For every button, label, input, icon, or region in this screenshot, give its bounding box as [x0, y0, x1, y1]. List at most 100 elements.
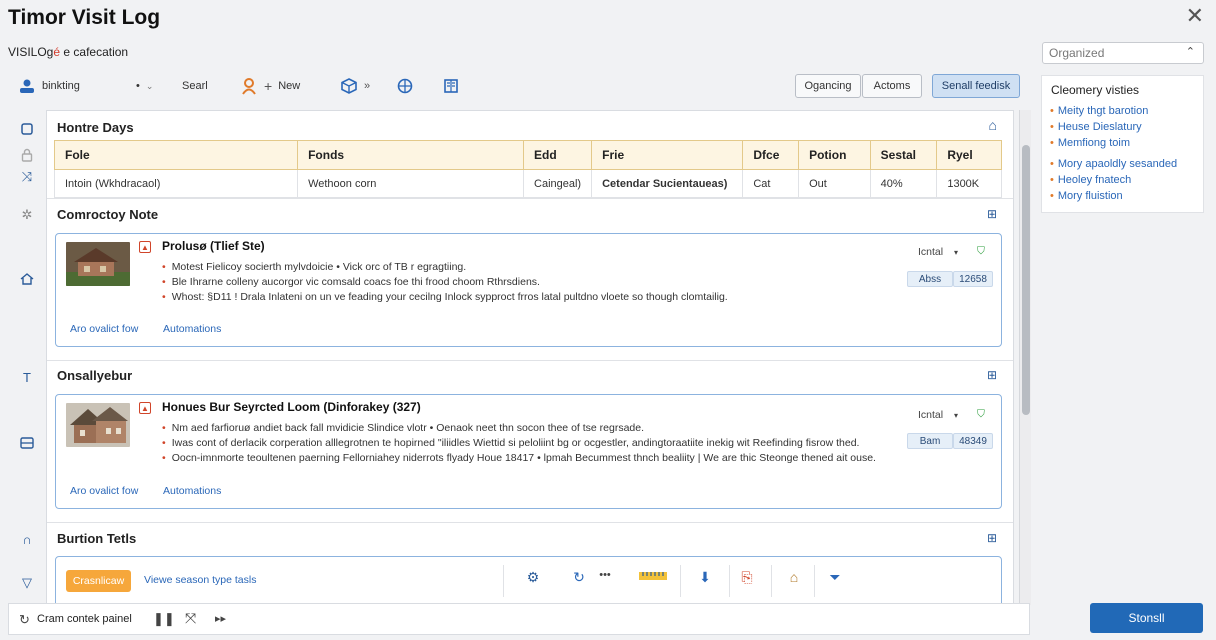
column-header[interactable]: Frie — [591, 140, 744, 170]
table-header-row: Fole Fonds Edd Frie Dfce Potion Sestal R… — [53, 140, 1002, 170]
shield-check-icon[interactable]: ⛉ — [977, 245, 985, 258]
overlay-flow-link[interactable]: Aro ovalict fow — [70, 485, 138, 497]
house-icon[interactable]: ⌂ — [989, 117, 997, 133]
right-panel-link[interactable]: • Memfiong toim — [1050, 137, 1130, 149]
funnel-icon[interactable]: ⏷ — [824, 569, 846, 586]
note-card[interactable]: ▲ Prolusø (Tlief Ste) • Motest Fielicoy s… — [55, 233, 1002, 347]
shuffle-icon[interactable]: ⤨ — [18, 168, 36, 186]
house-photo — [66, 242, 130, 286]
submit-button[interactable]: Stonsll — [1090, 603, 1203, 633]
card-title: Honues Bur Seyrcted Loom (Dinforakey (32… — [162, 400, 421, 414]
create-button[interactable]: Crasnlicaw — [66, 570, 131, 592]
card-line: • Oocn-imnmorte teoultenen paerning Fello… — [162, 452, 876, 464]
divider — [47, 522, 1013, 523]
cube-icon — [340, 77, 358, 95]
tab-ogancing[interactable]: Ogancing — [795, 74, 861, 98]
control-panel-label[interactable]: Cram contek painel — [37, 613, 132, 625]
buildings-icon[interactable]: ⌂ — [783, 569, 805, 585]
divider — [729, 565, 730, 597]
column-header[interactable]: Fole — [53, 140, 299, 170]
send-feedback-button[interactable]: Senall feedisk — [932, 74, 1020, 98]
expand-icon[interactable]: ⤧ — [185, 610, 196, 627]
table-cell: Wethoon corn — [297, 169, 525, 198]
grid-icon[interactable]: ⊞ — [987, 531, 997, 545]
overlay-flow-link[interactable]: Aro ovalict fow — [70, 323, 138, 335]
dot-dropdown[interactable]: • ⌄ — [136, 72, 153, 100]
table-cell: Out — [798, 169, 871, 198]
bottom-bar: ↻ Cram contek painel ❚❚ ⤧ ▸▸ — [8, 603, 1030, 635]
divider — [771, 565, 772, 597]
cube-button[interactable]: » — [340, 72, 370, 100]
right-panel-heading: Cleomery visties — [1051, 83, 1140, 97]
new-button[interactable]: + New — [240, 72, 300, 100]
flag-icon[interactable]: ▲ — [139, 241, 151, 253]
window-title: Timor Visit Log — [8, 6, 161, 29]
house-card[interactable]: ▲ Honues Bur Seyrcted Loom (Dinforakey (… — [55, 394, 1002, 509]
scrollbar-thumb[interactable] — [1022, 145, 1030, 415]
lock-icon[interactable] — [18, 146, 36, 164]
clipboard-icon[interactable]: ⎘ — [736, 569, 758, 586]
card-line: • Iwas cont of derlacik corperation allle… — [162, 437, 860, 449]
control-select[interactable]: Icntal ▾ — [918, 246, 958, 258]
data-table: Fole Fonds Edd Frie Dfce Potion Sestal R… — [53, 140, 1002, 198]
home-icon[interactable] — [18, 270, 36, 288]
skip-forward-icon[interactable]: ▸▸ — [215, 612, 226, 625]
organize-select-value: Organized — [1049, 46, 1105, 60]
table-row[interactable]: Intoin (Wkhdracaol) Wethoon corn Caingea… — [53, 169, 1002, 198]
main-content: Hontre Days ⌂ Fole Fonds Edd Frie Dfce P… — [46, 110, 1014, 605]
user-menu[interactable]: binkting — [18, 72, 80, 100]
download-icon[interactable]: ⬇ — [694, 569, 716, 586]
close-icon[interactable]: ✕ — [1186, 5, 1204, 27]
bullet-icon: • — [162, 291, 166, 303]
card-title: Prolusø (Tlief Ste) — [162, 239, 265, 253]
right-panel: Cleomery visties • Meity thgt barotion • H… — [1041, 75, 1204, 213]
square-icon[interactable] — [18, 120, 36, 138]
grid-icon[interactable]: ⊞ — [987, 207, 997, 221]
toolbar: binkting • ⌄ Searl + New » Ogancing Acto… — [8, 72, 1030, 100]
control-select[interactable]: Icntal ▾ — [918, 409, 958, 421]
pause-icon[interactable]: ❚❚ — [153, 611, 175, 627]
table-cell: 1300K — [936, 169, 1002, 198]
book-button[interactable] — [442, 72, 460, 100]
text-icon[interactable]: T — [18, 368, 36, 386]
search-label: Searl — [182, 80, 208, 92]
arrow-label: » — [364, 80, 371, 92]
filter-icon[interactable]: ▽ — [18, 574, 36, 592]
globe-button[interactable] — [396, 72, 414, 100]
right-panel-link[interactable]: • Heoley fnatech — [1050, 174, 1131, 186]
ruler-icon[interactable] — [639, 569, 667, 585]
right-panel-link[interactable]: • Mory apaoldly sesanded — [1050, 158, 1177, 170]
column-header[interactable]: Edd — [523, 140, 593, 170]
flag-icon[interactable]: ▲ — [139, 402, 151, 414]
right-panel-link[interactable]: • Heuse Dieslatury — [1050, 121, 1142, 133]
tool-icon[interactable]: ⚙ — [522, 569, 544, 586]
bullet-icon: • — [1050, 190, 1054, 202]
refresh-icon[interactable]: ↻ — [568, 569, 590, 586]
list-icon[interactable] — [18, 434, 36, 452]
search-button[interactable]: Searl — [182, 72, 208, 100]
dot-menu-icon: • — [136, 80, 140, 92]
column-header[interactable]: Sestal — [869, 140, 938, 170]
column-header[interactable]: Potion — [798, 140, 871, 170]
vertical-scrollbar[interactable] — [1019, 110, 1031, 605]
column-header[interactable]: Fonds — [297, 140, 525, 170]
automations-link[interactable]: Automations — [163, 485, 221, 497]
organize-select[interactable]: Organized ⌃ — [1042, 42, 1204, 64]
person-add-icon — [240, 77, 258, 95]
column-header[interactable]: Dfce — [742, 140, 800, 170]
right-panel-link[interactable]: • Mory fluistion — [1050, 190, 1123, 202]
right-panel-link[interactable]: • Meity thgt barotion — [1050, 105, 1148, 117]
column-header[interactable]: Ryel — [936, 140, 1002, 170]
breadcrumb: VISILOgé e cafecation — [8, 45, 128, 59]
view-session-link[interactable]: Viewe season type tasls — [144, 574, 256, 586]
settings-icon[interactable]: ✲ — [18, 206, 36, 224]
more-icon[interactable]: ••• — [594, 569, 616, 581]
edit-icon[interactable]: ↻ — [19, 612, 30, 628]
bullet-icon: • — [1050, 121, 1054, 133]
shield-check-icon[interactable]: ⛉ — [977, 408, 985, 421]
tab-actoms[interactable]: Actoms — [862, 74, 922, 98]
tools-card: Crasnlicaw Viewe season type tasls ⚙ ↻ •… — [55, 556, 1002, 604]
automations-link[interactable]: Automations — [163, 323, 221, 335]
headphones-icon[interactable]: ∩ — [18, 530, 36, 548]
grid-icon[interactable]: ⊞ — [987, 368, 997, 382]
